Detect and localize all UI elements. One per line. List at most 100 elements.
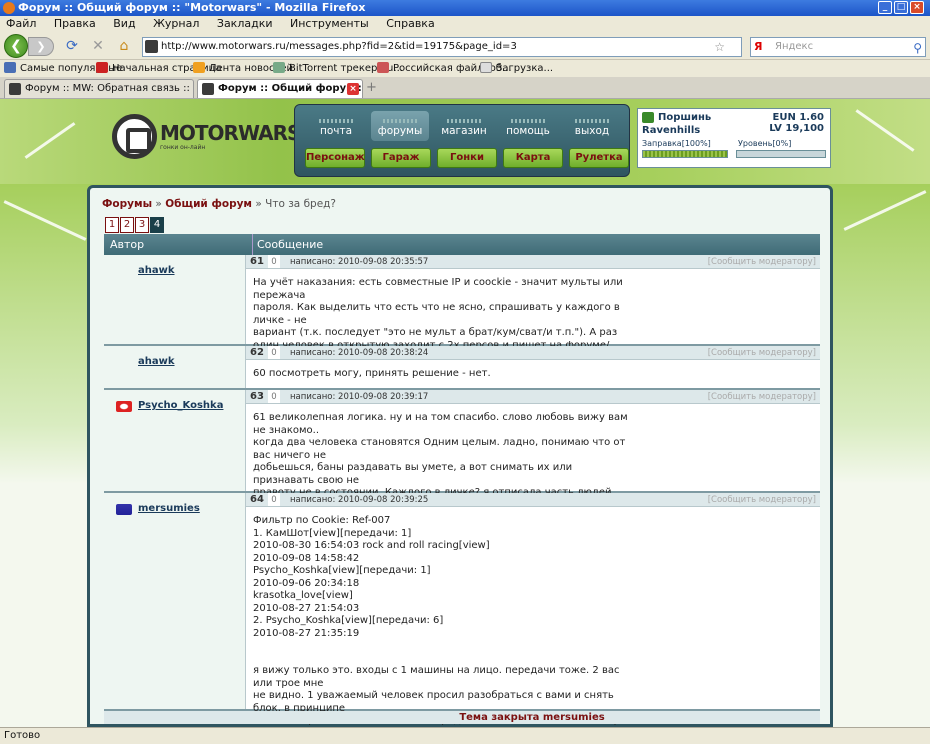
nav-map-button[interactable]: Карта xyxy=(503,148,563,168)
post-votes: 0 xyxy=(268,493,280,506)
post-date: написано: 2010-09-08 20:39:17 xyxy=(290,392,429,402)
status-text: Готово xyxy=(4,730,41,741)
page-link[interactable]: 2 xyxy=(120,217,134,233)
post-votes: 0 xyxy=(268,390,280,403)
tab-general-forum[interactable]: Форум :: Общий форум :: "Motor... × xyxy=(197,79,363,98)
fuel-bar-fill xyxy=(643,151,727,157)
close-window-button[interactable]: × xyxy=(910,1,924,14)
menu-history[interactable]: Журнал xyxy=(153,17,199,30)
post-meta: 62 0 написано: 2010-09-08 20:38:24 [Сооб… xyxy=(246,346,820,360)
post-date: написано: 2010-09-08 20:35:57 xyxy=(290,257,429,267)
navigation-toolbar: ❮ ❯ ⟳ ✕ ⌂ http://www.motorwars.ru/messag… xyxy=(0,32,930,59)
forum-post: Psycho_Koshka 63 0 написано: 2010-09-08 … xyxy=(104,390,820,548)
post-number[interactable]: 63 xyxy=(250,390,264,404)
reload-icon[interactable]: ⟳ xyxy=(64,38,80,54)
user-flag-icon xyxy=(116,401,132,412)
user-rank-icon xyxy=(642,112,654,123)
post-number[interactable]: 62 xyxy=(250,346,264,360)
breadcrumb-forums[interactable]: Форумы xyxy=(102,198,152,210)
post-votes: 0 xyxy=(268,346,280,359)
nav-mail[interactable]: почта xyxy=(307,111,365,141)
post-number[interactable]: 64 xyxy=(250,493,264,507)
pagination: 1234 xyxy=(105,217,165,233)
post-votes: 0 xyxy=(268,255,280,268)
page-current: 4 xyxy=(150,217,164,233)
report-moderator-link[interactable]: [Сообщить модератору] xyxy=(708,493,816,507)
close-tab-icon[interactable]: × xyxy=(347,83,359,95)
post-body: 60 посмотреть могу, принять решение - не… xyxy=(253,368,491,379)
report-moderator-link[interactable]: [Сообщить модератору] xyxy=(708,255,816,269)
page-link[interactable]: 3 xyxy=(135,217,149,233)
stop-icon[interactable]: ✕ xyxy=(90,38,106,54)
post-meta: 64 0 написано: 2010-09-08 20:39:25 [Сооб… xyxy=(246,493,820,507)
bookmark-item[interactable]: Загрузка... xyxy=(480,60,553,78)
nav-forums[interactable]: форумы xyxy=(371,111,429,141)
post-author-link[interactable]: mersumies xyxy=(138,503,200,514)
post-author-link[interactable]: Psycho_Koshka xyxy=(138,400,223,411)
maximize-button[interactable]: □ xyxy=(894,1,908,14)
firefox-icon xyxy=(3,2,15,14)
status-bar: Готово xyxy=(0,727,930,744)
user-name[interactable]: Поршинь xyxy=(642,112,711,124)
search-placeholder: Яндекс xyxy=(775,41,814,52)
breadcrumb-topic: Что за бред? xyxy=(265,198,337,210)
forum-post: ahawk 61 0 написано: 2010-09-08 20:35:57… xyxy=(104,255,820,376)
new-tab-button[interactable]: + xyxy=(366,80,377,95)
post-meta: 63 0 написано: 2010-09-08 20:39:17 [Сооб… xyxy=(246,390,820,404)
post-body: Фильтр по Cookie: Ref-007 1. КамШот[view… xyxy=(253,515,629,726)
site-favicon xyxy=(202,83,214,95)
post-author-cell: Psycho_Koshka xyxy=(104,390,246,491)
nav-character-button[interactable]: Персонаж xyxy=(305,148,365,168)
home-icon[interactable]: ⌂ xyxy=(116,38,132,54)
post-meta: 61 0 написано: 2010-09-08 20:35:57 [Сооб… xyxy=(246,255,820,269)
forum-panel: Форумы » Общий форум » Что за бред? 1234… xyxy=(87,185,833,727)
menu-help[interactable]: Справка xyxy=(386,17,434,30)
user-lv: LV 19,100 xyxy=(769,123,824,134)
url-input[interactable]: http://www.motorwars.ru/messages.php?fid… xyxy=(142,37,742,57)
site-favicon xyxy=(9,83,21,95)
post-author-link[interactable]: ahawk xyxy=(138,356,175,367)
nav-help[interactable]: помощь xyxy=(499,111,557,141)
menu-view[interactable]: Вид xyxy=(113,17,135,30)
post-author-link[interactable]: ahawk xyxy=(138,265,175,276)
forum-post: ahawk 62 0 написано: 2010-09-08 20:38:24… xyxy=(104,346,820,390)
window-title: Форум :: Общий форум :: "Motorwars" - Mo… xyxy=(18,1,366,14)
bookmarks-toolbar: Самые популярные Начальная страница Лент… xyxy=(0,59,930,77)
bookmark-page-icon xyxy=(273,62,285,73)
nav-races-button[interactable]: Гонки xyxy=(437,148,497,168)
window-titlebar: Форум :: Общий форум :: "Motorwars" - Mo… xyxy=(0,0,930,16)
topic-closed-notice: Тема закрыта mersumies xyxy=(104,711,820,724)
page-link[interactable]: 1 xyxy=(105,217,119,233)
minimize-button[interactable]: _ xyxy=(878,1,892,14)
tab-feedback[interactable]: Форум :: MW: Обратная связь :: "Mot... xyxy=(4,79,194,98)
nav-shop[interactable]: магазин xyxy=(435,111,493,141)
menu-bookmarks[interactable]: Закладки xyxy=(217,17,273,30)
user-eun: EUN 1.60 xyxy=(772,112,824,123)
report-moderator-link[interactable]: [Сообщить модератору] xyxy=(708,390,816,404)
breadcrumb-general[interactable]: Общий форум xyxy=(165,198,252,210)
nav-logout[interactable]: выход xyxy=(563,111,621,141)
user-panel: Поршинь Ravenhills EUN 1.60 LV 19,100 За… xyxy=(637,108,831,168)
menu-file[interactable]: Файл xyxy=(6,17,36,30)
post-author-cell: mersumies xyxy=(104,493,246,709)
site-logo-icon[interactable] xyxy=(112,114,157,159)
search-input[interactable]: Я Яндекс ⚲ xyxy=(750,37,926,57)
search-icon[interactable]: ⚲ xyxy=(913,39,922,57)
back-button[interactable]: ❮ xyxy=(4,34,28,58)
level-label: Уровень[0%] xyxy=(738,139,792,148)
col-message: Сообщение xyxy=(252,234,323,255)
nav-garage-button[interactable]: Гараж xyxy=(371,148,431,168)
menu-edit[interactable]: Правка xyxy=(54,17,96,30)
post-number[interactable]: 61 xyxy=(250,255,264,269)
post-author-cell: ahawk xyxy=(104,346,246,388)
forum-post: mersumies 64 0 написано: 2010-09-08 20:3… xyxy=(104,493,820,726)
user-city: Ravenhills xyxy=(642,125,701,136)
nav-roulette-button[interactable]: Рулетка xyxy=(569,148,629,168)
bookmark-star-icon[interactable]: ☆ xyxy=(714,38,725,56)
bookmark-folder-icon xyxy=(4,62,16,73)
report-moderator-link[interactable]: [Сообщить модератору] xyxy=(708,346,816,360)
menu-tools[interactable]: Инструменты xyxy=(290,17,369,30)
forward-button[interactable]: ❯ xyxy=(28,37,54,56)
post-date: написано: 2010-09-08 20:38:24 xyxy=(290,348,429,358)
breadcrumb: Форумы » Общий форум » Что за бред? xyxy=(102,198,337,210)
